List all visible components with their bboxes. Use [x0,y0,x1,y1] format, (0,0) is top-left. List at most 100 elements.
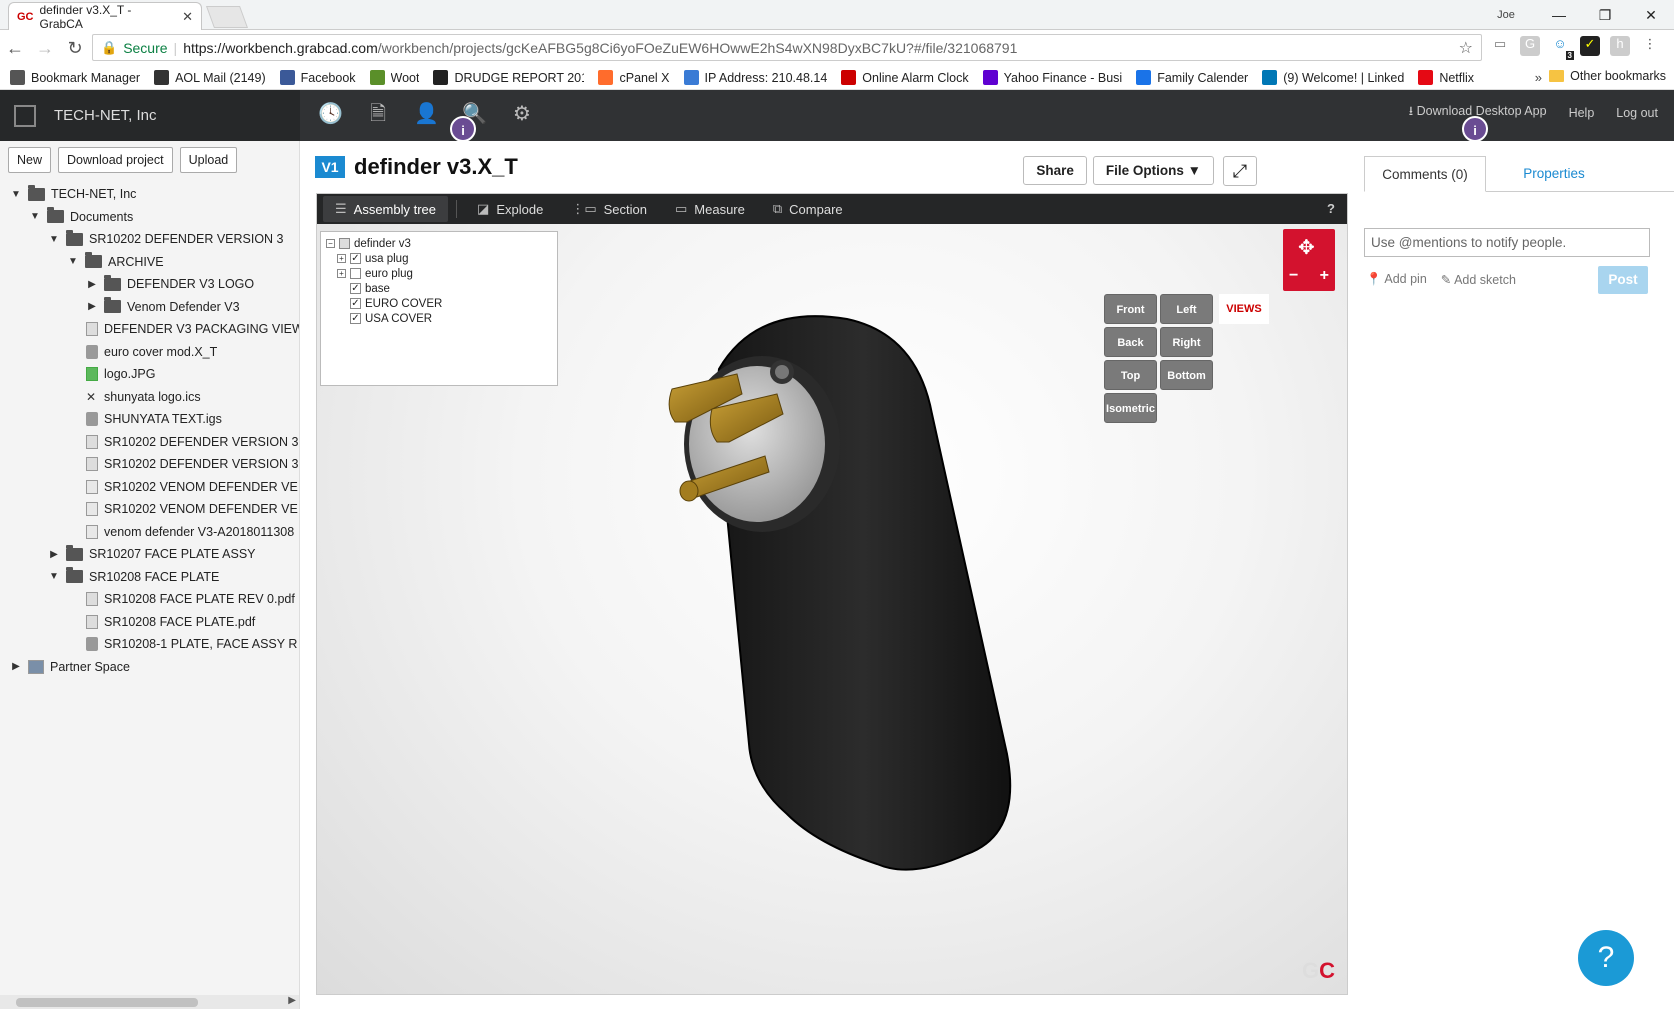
back-arrow-icon[interactable]: ← [0,38,30,59]
tree-file[interactable]: euro cover mod.X_T [86,341,217,363]
tree-file[interactable]: SR10202 DEFENDER VERSION 3 [86,453,299,475]
browser-tab[interactable]: GC definder v3.X_T - GrabCA ✕ [8,2,202,31]
caret-right-icon[interactable]: ▶ [48,549,60,560]
view-bottom-button[interactable]: Bottom [1160,360,1213,390]
tree-folder[interactable]: ▼ SR10202 DEFENDER VERSION 3 [48,228,284,250]
logout-link[interactable]: Log out [1616,106,1658,120]
assembly-node[interactable]: ✓ USA COVER [337,311,432,326]
fullscreen-button[interactable]: ⤢ [1223,156,1257,186]
assembly-node[interactable]: ✓ base [337,281,390,296]
tree-file[interactable]: SR10208 FACE PLATE.pdf [86,611,255,633]
bookmark-item[interactable]: AOL Mail (2149) [154,70,266,85]
view-front-button[interactable]: Front [1104,294,1157,324]
visibility-checkbox[interactable]: ✓ [350,298,361,309]
cast-icon[interactable]: ▭ [1490,36,1510,56]
grammarly-icon[interactable]: G [1520,36,1540,56]
bookmark-item[interactable]: Family Calender [1136,70,1248,85]
tree-file[interactable]: SR10202 VENOM DEFENDER VE [86,498,298,520]
view-top-button[interactable]: Top [1104,360,1157,390]
scrollbar-thumb[interactable] [16,998,198,1007]
view-back-button[interactable]: Back [1104,327,1157,357]
bookmark-item[interactable]: Bookmark Manager [10,70,140,85]
zoom-out-icon[interactable]: − [1289,267,1298,285]
close-window-icon[interactable]: ✕ [1628,7,1674,24]
bookmark-item[interactable]: Facebook [279,70,356,85]
download-project-button[interactable]: Download project [58,147,173,173]
profile-name[interactable]: Joe [1476,9,1536,21]
caret-down-icon[interactable]: ▼ [10,189,22,200]
minimize-icon[interactable]: — [1536,7,1582,23]
caret-down-icon[interactable]: ▼ [48,571,60,582]
assembly-node[interactable]: + euro plug [337,266,413,281]
visibility-checkbox[interactable] [350,268,361,279]
close-tab-icon[interactable]: ✕ [182,9,193,25]
bookmark-item[interactable]: IP Address: 210.48.14 [683,70,827,85]
tree-file[interactable]: SR10208 FACE PLATE REV 0.pdf [86,588,295,610]
hp-extension-icon[interactable]: h [1610,36,1630,56]
brand-area[interactable]: TECH-NET, Inc [0,90,300,141]
tree-folder[interactable]: ▼ ARCHIVE [67,251,164,273]
caret-right-icon[interactable]: ▶ [86,301,98,312]
caret-down-icon[interactable]: ▼ [67,256,79,267]
add-pin-button[interactable]: 📍 Add pin [1366,272,1427,287]
view-left-button[interactable]: Left [1160,294,1213,324]
help-chat-button[interactable]: ? [1578,930,1634,986]
comment-input[interactable]: Use @mentions to notify people. [1364,228,1650,257]
bookmark-item[interactable]: Woot [369,70,419,85]
tree-file[interactable]: DEFENDER V3 PACKAGING VIEW [86,318,299,340]
bookmark-star-icon[interactable]: ☆ [1459,38,1473,58]
assembly-node[interactable]: ✓ EURO COVER [337,296,442,311]
visibility-checkbox[interactable]: ✓ [350,283,361,294]
share-button[interactable]: Share [1023,156,1087,185]
add-sketch-button[interactable]: ✎ Add sketch [1441,272,1516,287]
tab-comments[interactable]: Comments (0) [1364,156,1486,192]
extension-badge-icon[interactable]: ☺ 3 [1550,36,1574,60]
caret-down-icon[interactable]: ▼ [48,234,60,245]
views-toggle[interactable]: VIEWS [1219,294,1269,324]
tree-file[interactable]: venom defender V3-A2018011308 [86,521,294,543]
bookmark-item[interactable]: Netflix [1418,70,1474,85]
visibility-checkbox[interactable]: ✓ [350,253,361,264]
new-button[interactable]: New [8,147,52,173]
gear-icon[interactable]: ⚙ [510,102,534,126]
caret-down-icon[interactable]: ▼ [29,211,41,222]
forward-arrow-icon[interactable]: → [30,38,60,59]
expand-toggle-icon[interactable]: − [326,239,335,248]
zoom-in-icon[interactable]: + [1320,267,1329,285]
tree-folder[interactable]: ▼ Documents [29,206,133,228]
tree-file[interactable]: SR10202 DEFENDER VERSION 3 [86,431,299,453]
bookmark-item[interactable]: (9) Welcome! | Linked [1262,70,1404,85]
user-icon[interactable]: 👤 [414,102,439,126]
assembly-node[interactable]: − definder v3 [326,236,411,251]
bookmark-item[interactable]: Online Alarm Clock [841,70,969,85]
tree-folder[interactable]: ▼ SR10208 FACE PLATE [48,566,219,588]
caret-right-icon[interactable]: ▶ [10,661,22,672]
3d-viewer[interactable]: ☰ Assembly tree ◪ Explode ⋮▭ Section ▭ Measu… [316,193,1348,995]
expand-toggle-icon[interactable]: + [337,269,346,278]
section-tool[interactable]: ⋮▭ Section [559,196,659,222]
horizontal-scrollbar[interactable]: ▶ [0,995,299,1009]
menu-dots-icon[interactable]: ⋮ [1640,36,1660,56]
tree-file[interactable]: SHUNYATA TEXT.igs [86,408,222,430]
version-badge[interactable]: V1 [315,156,345,178]
explode-tool[interactable]: ◪ Explode [465,196,555,222]
bookmark-item[interactable]: cPanel X [598,70,670,85]
post-button[interactable]: Post [1598,266,1648,294]
url-bar[interactable]: 🔒 Secure | https://workbench.grabcad.com… [92,34,1482,61]
help-link[interactable]: Help [1569,106,1595,120]
info-hint-icon[interactable]: i [450,116,476,142]
assembly-node[interactable]: + ✓ usa plug [337,251,408,266]
tree-file[interactable]: ▶ Partner Space [10,656,130,678]
more-bookmarks-chevron[interactable]: » [1535,70,1542,85]
tree-file[interactable]: logo.JPG [86,363,155,385]
navigation-control[interactable]: ✥ − + [1283,229,1335,291]
visibility-checkbox[interactable]: ✓ [350,313,361,324]
expand-toggle-icon[interactable]: + [337,254,346,263]
tree-file[interactable]: ✕ shunyata logo.ics [86,386,201,408]
other-bookmarks[interactable]: Other bookmarks [1549,69,1666,83]
tree-folder[interactable]: ▼ TECH-NET, Inc [10,183,136,205]
tab-properties[interactable]: Properties [1494,156,1614,192]
info-hint-icon-2[interactable]: i [1462,116,1488,142]
bookmark-item[interactable]: Yahoo Finance - Busi [982,70,1122,85]
history-clock-icon[interactable]: 🕓 [318,102,343,126]
